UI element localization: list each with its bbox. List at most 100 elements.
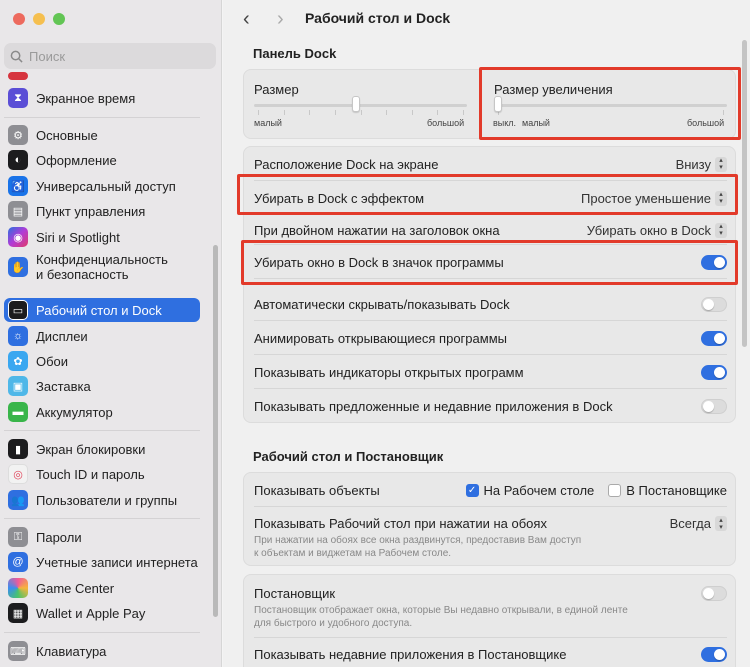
- sidebar-item-partial[interactable]: [4, 68, 200, 80]
- indicators-label: Показывать индикаторы открытых программ: [254, 364, 524, 380]
- sidebar-item-screen-time[interactable]: ⧗ Экранное время: [4, 86, 200, 110]
- users-icon: 👥: [8, 490, 28, 510]
- magnification-slider-knob[interactable]: [494, 96, 502, 112]
- hourglass-icon: ⧗: [8, 88, 28, 108]
- show-on-desktop-checkbox[interactable]: ✓ На Рабочем столе: [465, 483, 594, 498]
- sidebar-item-accessibility[interactable]: ♿ Универсальный доступ: [4, 174, 200, 198]
- stage-manager-toggle[interactable]: [701, 586, 727, 601]
- sidebar-item-label: Универсальный доступ: [36, 178, 176, 194]
- sidebar-item-privacy[interactable]: ✋ Конфиденциальность и безопасность: [4, 250, 200, 284]
- partial-icon: [8, 72, 28, 80]
- checkmark-icon: ✓: [465, 483, 479, 497]
- magnification-min-label: малый: [522, 118, 550, 128]
- control-center-icon: ▤: [8, 201, 28, 221]
- accessibility-icon: ♿: [8, 176, 28, 196]
- recent-apps-toggle[interactable]: [701, 398, 727, 414]
- click-wallpaper-popup[interactable]: Всегда ▴ ▾: [670, 516, 727, 531]
- sidebar-item-general[interactable]: ⚙ Основные: [4, 123, 200, 147]
- fingerprint-icon: ◎: [8, 464, 28, 484]
- dock-position-popup[interactable]: Внизу ▴ ▾: [676, 156, 727, 172]
- wallpaper-icon: ✿: [8, 351, 28, 371]
- zoom-window-button[interactable]: [53, 13, 65, 25]
- popup-chevrons-icon: ▴ ▾: [715, 190, 727, 206]
- sidebar-item-internet-accounts[interactable]: @ Учетные записи интернета: [4, 550, 200, 574]
- click-wallpaper-row: Показывать Рабочий стол при нажатии на о…: [254, 516, 727, 560]
- minimize-to-app-row: Убирать окно в Dock в значок программы: [244, 245, 737, 279]
- sidebar-item-label: Аккумулятор: [36, 404, 113, 420]
- magnification-label: Размер увеличения: [494, 82, 613, 97]
- sidebar-item-keyboard[interactable]: ⌨ Клавиатура: [4, 639, 200, 663]
- slider-tick: [309, 110, 311, 115]
- sidebar-item-wallpaper[interactable]: ✿ Обои: [4, 349, 200, 373]
- double-click-popup[interactable]: Убирать окно в Dock ▴ ▾: [586, 222, 727, 238]
- animate-row: Анимировать открывающиеся программы: [244, 321, 737, 355]
- magnification-off-label: выкл.: [493, 118, 517, 128]
- magnification-slider-track[interactable]: [494, 104, 727, 107]
- sidebar-item-label: Учетные записи интернета: [36, 554, 198, 570]
- minimize-to-app-toggle[interactable]: [701, 254, 727, 270]
- sidebar-item-label: Siri и Spotlight: [36, 229, 120, 245]
- forward-icon[interactable]: ›: [277, 8, 284, 31]
- siri-icon: ◉: [8, 227, 28, 247]
- dock-icon: ▭: [8, 300, 28, 320]
- sidebar-item-appearance[interactable]: ◐ Оформление: [4, 148, 200, 172]
- hand-icon: ✋: [8, 257, 28, 277]
- autohide-row: Автоматически скрывать/показывать Dock: [244, 287, 737, 321]
- indicators-row: Показывать индикаторы открытых программ: [244, 355, 737, 389]
- sidebar-item-label: Дисплеи: [36, 328, 88, 344]
- sidebar-item-label: Конфиденциальность и безопасность: [36, 252, 168, 282]
- slider-tick: [360, 110, 362, 115]
- size-slider-track[interactable]: [254, 104, 467, 107]
- sidebar-item-displays[interactable]: ☼ Дисплеи: [4, 324, 200, 348]
- sidebar-item-screensaver[interactable]: ▣ Заставка: [4, 374, 200, 398]
- sidebar-item-label: Game Center: [36, 580, 115, 596]
- click-wallpaper-desc-2: к объектам и виджетам на Рабочем столе.: [254, 548, 452, 559]
- minimize-effect-popup[interactable]: Простое уменьшение ▴ ▾: [581, 190, 727, 206]
- slider-tick: [411, 110, 413, 115]
- back-icon[interactable]: ‹: [243, 8, 250, 31]
- show-items-row: Показывать объекты ✓ На Рабочем столе В …: [244, 473, 737, 507]
- toolbar: ‹ › Рабочий стол и Dock: [223, 0, 750, 36]
- slider-tick: [723, 110, 724, 115]
- search-input[interactable]: [29, 48, 199, 64]
- dock-position-label: Расположение Dock на экране: [254, 156, 439, 172]
- close-window-button[interactable]: [13, 13, 25, 25]
- sidebar-item-desktop-dock[interactable]: ▭ Рабочий стол и Dock: [4, 298, 200, 322]
- sidebar-item-battery[interactable]: ▬ Аккумулятор: [4, 400, 200, 424]
- section-title-dock: Панель Dock: [253, 46, 337, 61]
- sidebar-item-label: Пользователи и группы: [36, 492, 178, 508]
- slider-tick: [437, 110, 439, 115]
- minimize-window-button[interactable]: [33, 13, 45, 25]
- search-field[interactable]: [4, 43, 216, 69]
- indicators-toggle[interactable]: [701, 364, 727, 380]
- popup-chevrons-icon: ▴ ▾: [715, 222, 727, 238]
- sidebar-item-passwords[interactable]: ⚿ Пароли: [4, 525, 200, 549]
- sidebar-item-wallet[interactable]: ▦ Wallet и Apple Pay: [4, 601, 200, 625]
- section-title-desktop: Рабочий стол и Постановщик: [253, 449, 444, 464]
- sidebar-item-control-center[interactable]: ▤ Пункт управления: [4, 199, 200, 223]
- double-click-row: При двойном нажатии на заголовок окна Уб…: [244, 215, 737, 245]
- size-min-label: малый: [254, 118, 282, 128]
- sidebar-item-lock-screen[interactable]: ▮ Экран блокировки: [4, 437, 200, 461]
- sidebar-scrollbar[interactable]: [213, 245, 218, 617]
- sidebar-item-label: Рабочий стол и Dock: [36, 302, 162, 318]
- sidebar-item-touch-id[interactable]: ◎ Touch ID и пароль: [4, 462, 200, 486]
- show-in-stage-checkbox[interactable]: В Постановщике: [608, 483, 727, 498]
- show-items-label: Показывать объекты: [254, 482, 380, 498]
- sidebar-item-users[interactable]: 👥 Пользователи и группы: [4, 488, 200, 512]
- click-wallpaper-label: Показывать Рабочий стол при нажатии на о…: [254, 516, 547, 531]
- recent-stage-toggle[interactable]: [701, 647, 727, 662]
- recent-apps-label: Показывать предложенные и недавние прило…: [254, 398, 613, 414]
- wallet-icon: ▦: [8, 603, 28, 623]
- minimize-effect-value: Простое уменьшение: [581, 190, 711, 206]
- double-click-value: Убирать окно в Dock: [586, 222, 711, 238]
- slider-tick: [334, 110, 336, 115]
- autohide-toggle[interactable]: [701, 296, 727, 312]
- animate-toggle[interactable]: [701, 330, 727, 346]
- recent-stage-row: Показывать недавние приложения в Постано…: [254, 637, 727, 667]
- sidebar-item-game-center[interactable]: Game Center: [4, 576, 200, 600]
- size-slider-knob[interactable]: [352, 96, 361, 112]
- sidebar-divider: [4, 518, 200, 519]
- sidebar-item-siri[interactable]: ◉ Siri и Spotlight: [4, 225, 200, 249]
- main-scrollbar[interactable]: [742, 40, 747, 347]
